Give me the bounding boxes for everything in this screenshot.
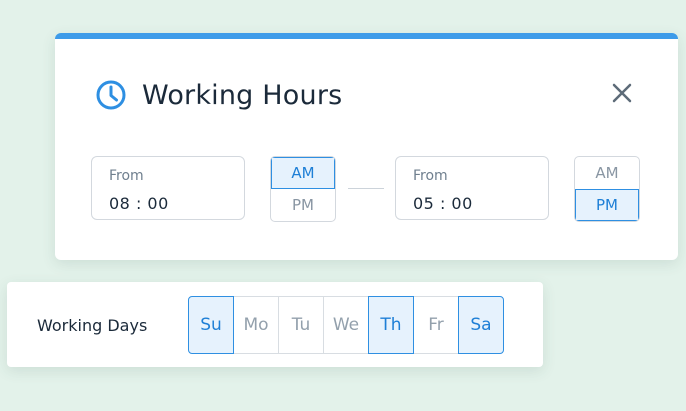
range-separator xyxy=(348,188,384,189)
close-icon[interactable] xyxy=(610,81,634,105)
working-days-card: Working Days Su Mo Tu We Th Fr Sa xyxy=(7,282,543,367)
start-am-option[interactable]: AM xyxy=(271,157,335,189)
working-hours-card: Working Hours From 08 : 00 AM PM From 05… xyxy=(55,33,678,260)
day-toggle-sa[interactable]: Sa xyxy=(458,296,504,354)
day-toggle-fr[interactable]: Fr xyxy=(413,296,459,354)
start-pm-option[interactable]: PM xyxy=(271,189,335,221)
day-toggle-we[interactable]: We xyxy=(323,296,369,354)
working-days-label: Working Days xyxy=(37,316,148,335)
start-time-label: From xyxy=(109,168,144,184)
end-time-value: 05 : 00 xyxy=(413,194,473,213)
start-period-toggle: AM PM xyxy=(270,156,336,222)
title-row: Working Hours xyxy=(95,77,342,113)
end-pm-option[interactable]: PM xyxy=(575,189,639,221)
end-time-label: From xyxy=(413,168,448,184)
day-toggle-tu[interactable]: Tu xyxy=(278,296,324,354)
end-period-toggle: AM PM xyxy=(574,156,640,222)
day-toggle-mo[interactable]: Mo xyxy=(233,296,279,354)
end-time-field[interactable]: From 05 : 00 xyxy=(395,156,549,220)
start-time-field[interactable]: From 08 : 00 xyxy=(91,156,245,220)
day-toggle-su[interactable]: Su xyxy=(188,296,234,354)
start-time-value: 08 : 00 xyxy=(109,194,169,213)
end-am-option[interactable]: AM xyxy=(575,157,639,189)
day-selector: Su Mo Tu We Th Fr Sa xyxy=(188,296,504,354)
day-toggle-th[interactable]: Th xyxy=(368,296,414,354)
page-title: Working Hours xyxy=(142,79,343,111)
clock-icon xyxy=(96,80,126,110)
